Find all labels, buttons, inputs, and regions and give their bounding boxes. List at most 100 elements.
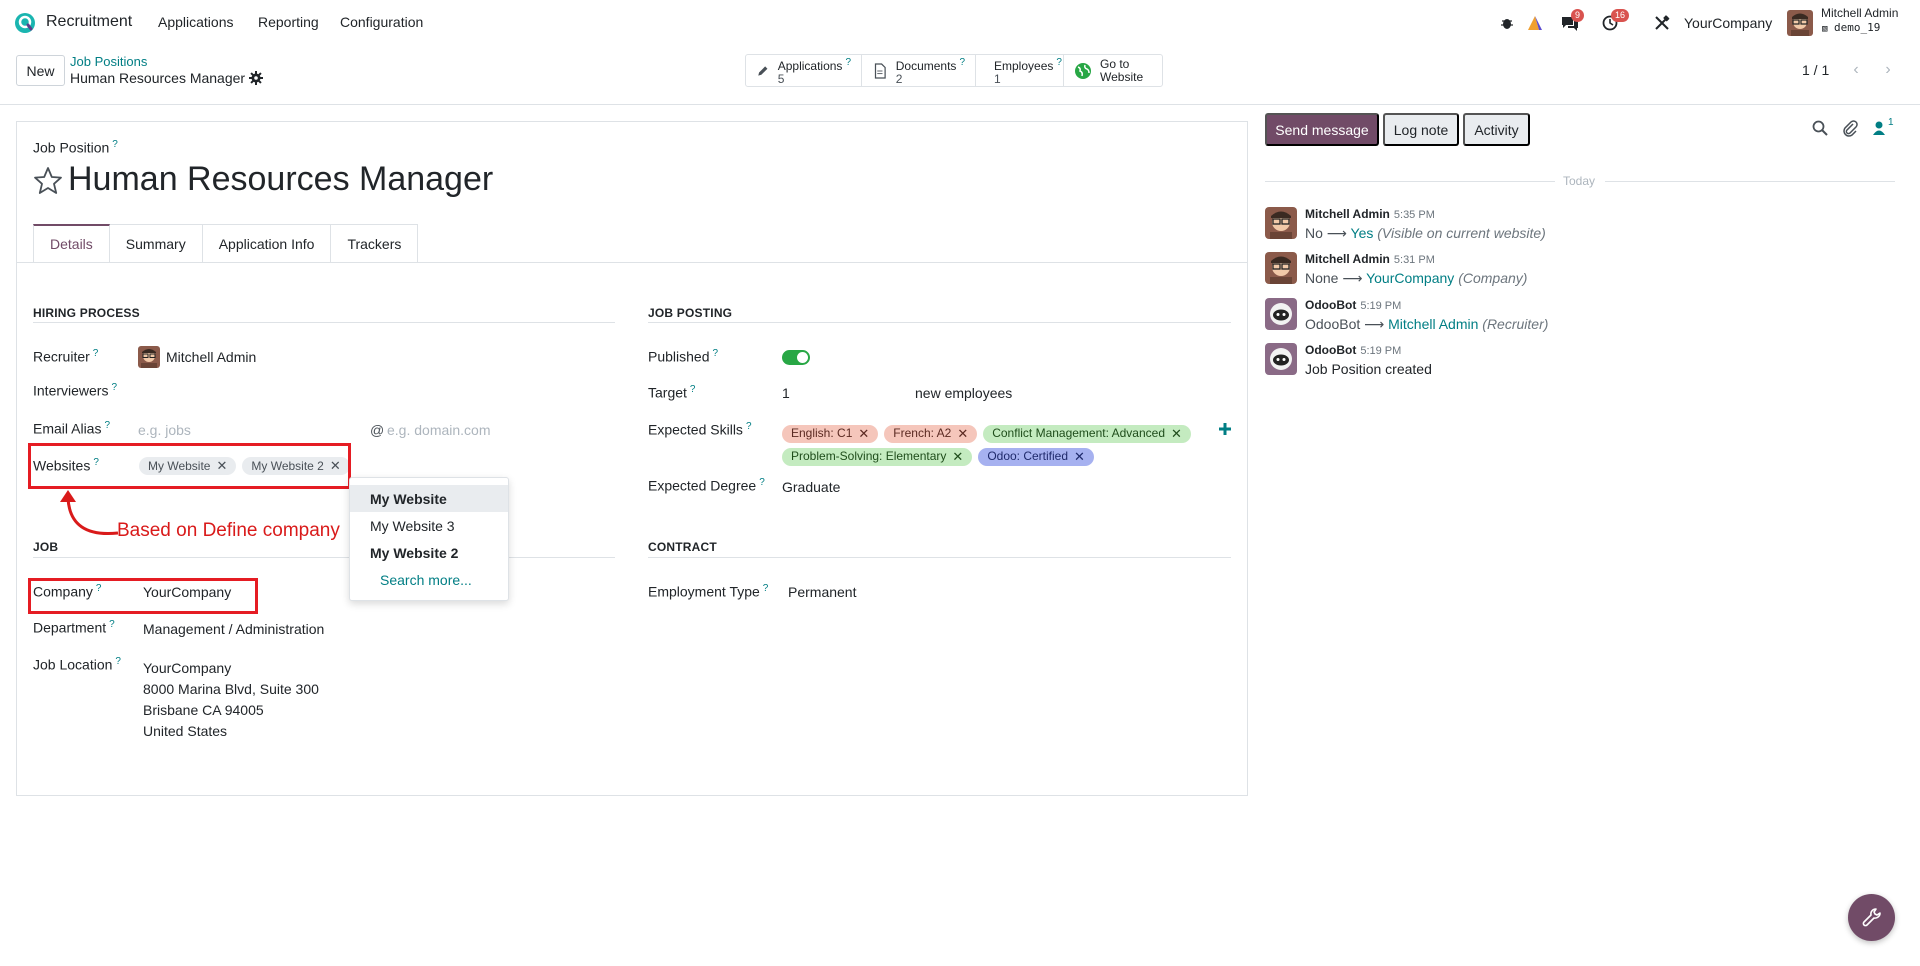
help-icon[interactable]: ? — [111, 382, 117, 393]
job-location-field[interactable]: YourCompany 8000 Marina Blvd, Suite 300 … — [143, 658, 319, 742]
websites-highlight-box — [28, 443, 351, 489]
tools-icon[interactable] — [1651, 12, 1673, 34]
pager-value[interactable]: 1 / 1 — [1802, 62, 1829, 78]
send-message-button[interactable]: Send message — [1265, 113, 1379, 146]
message-author-avatar[interactable] — [1265, 207, 1297, 239]
dropdown-option[interactable]: My Website 2 — [350, 539, 508, 566]
search-icon[interactable] — [1811, 119, 1829, 137]
applications-smart-button[interactable]: Applications? 5 — [746, 55, 862, 86]
remove-tag-icon[interactable]: ✕ — [1074, 445, 1085, 468]
followers-icon[interactable] — [1870, 119, 1888, 137]
help-icon[interactable]: ? — [746, 421, 752, 432]
company-switcher[interactable]: YourCompany — [1684, 15, 1772, 31]
message-author[interactable]: Mitchell Admin 5:35 PM — [1305, 207, 1435, 221]
skill-tag-label: French: A2 — [893, 426, 952, 440]
arrow-right-icon: ⟶ — [1326, 225, 1347, 241]
activity-clock-icon[interactable]: 16 — [1599, 9, 1630, 34]
help-icon[interactable]: ? — [845, 57, 851, 68]
remove-tag-icon[interactable]: ✕ — [858, 422, 869, 445]
help-icon[interactable]: ? — [93, 348, 99, 359]
dropdown-option[interactable]: My Website 3 — [350, 512, 508, 539]
department-field[interactable]: Management / Administration — [143, 621, 324, 637]
menu-reporting[interactable]: Reporting — [258, 14, 319, 30]
message-author[interactable]: OdooBot 5:19 PM — [1305, 298, 1401, 312]
arrow-right-icon: ⟶ — [1364, 316, 1385, 332]
dropdown-option[interactable]: My Website — [350, 485, 508, 512]
job-posting-divider — [648, 322, 1231, 323]
published-label-text: Published — [648, 348, 710, 365]
skill-tag: Odoo: Certified ✕ — [978, 445, 1094, 468]
message-author-avatar[interactable] — [1265, 298, 1297, 330]
message-time: 5:35 PM — [1393, 209, 1435, 221]
message-author-avatar[interactable] — [1265, 343, 1297, 375]
applications-count: 5 — [777, 71, 785, 86]
dropdown-search-more[interactable]: Search more... — [350, 566, 508, 593]
remove-tag-icon[interactable]: ✕ — [957, 422, 968, 445]
activity-button[interactable]: Activity — [1463, 113, 1530, 146]
expected-skills-field[interactable]: English: C1 ✕ French: A2 ✕ Conflict Manageme… — [782, 421, 1202, 467]
published-toggle[interactable] — [782, 350, 810, 365]
message-author-avatar[interactable] — [1265, 252, 1297, 284]
debug-tools-button[interactable] — [1848, 894, 1895, 941]
help-icon[interactable]: ? — [713, 348, 719, 359]
help-icon[interactable]: ? — [1056, 57, 1062, 68]
bug-icon[interactable] — [1496, 12, 1518, 34]
hiring-process-divider — [33, 322, 615, 323]
email-alias-input[interactable]: e.g. jobs — [138, 422, 191, 438]
employees-smart-button[interactable]: Employees? 1 — [976, 55, 1064, 86]
target-field[interactable]: 1 — [782, 385, 790, 401]
pager-previous-icon[interactable]: ‹ — [1845, 59, 1867, 81]
remove-tag-icon[interactable]: ✕ — [952, 445, 963, 468]
help-icon[interactable]: ? — [115, 656, 121, 667]
ai-assistant-icon[interactable] — [1524, 12, 1546, 34]
tab-details[interactable]: Details — [33, 224, 110, 263]
recruiter-field[interactable]: Mitchell Admin — [166, 349, 256, 365]
remove-tag-icon[interactable]: ✕ — [1171, 422, 1182, 445]
menu-applications[interactable]: Applications — [158, 14, 234, 30]
help-icon[interactable]: ? — [690, 384, 696, 395]
database-name: ▧ demo_19 — [1822, 21, 1880, 34]
message-author[interactable]: OdooBot 5:19 PM — [1305, 343, 1401, 357]
app-name[interactable]: Recruitment — [46, 13, 132, 31]
alias-domain-input[interactable]: e.g. domain.com — [387, 422, 491, 438]
documents-smart-button[interactable]: Documents? 2 — [862, 55, 976, 86]
help-icon[interactable]: ? — [959, 57, 965, 68]
pencil-icon — [758, 65, 768, 76]
messages-icon[interactable]: 9 — [1559, 9, 1585, 34]
new-button[interactable]: New — [16, 55, 65, 86]
recruiter-label: Recruiter? — [33, 348, 98, 365]
database-label: demo_19 — [1834, 21, 1881, 34]
employment-type-field[interactable]: Permanent — [788, 584, 856, 600]
paperclip-icon[interactable] — [1841, 119, 1859, 137]
tab-summary[interactable]: Summary — [109, 224, 203, 263]
job-section-title: JOB — [33, 540, 59, 554]
contract-section-title: CONTRACT — [648, 540, 717, 554]
user-name[interactable]: Mitchell Admin — [1821, 6, 1898, 20]
breadcrumb-job-positions[interactable]: Job Positions — [70, 54, 147, 69]
help-icon[interactable]: ? — [759, 477, 765, 488]
add-skill-icon[interactable] — [1218, 422, 1232, 436]
skill-tag-label: Odoo: Certified — [987, 449, 1069, 463]
expected-skills-label-text: Expected Skills — [648, 421, 743, 438]
recruitment-app-icon[interactable] — [14, 12, 36, 34]
go-to-website-button[interactable]: Go to Website — [1064, 55, 1162, 86]
tracking-field-name: (Recruiter) — [1482, 316, 1549, 332]
tab-trackers[interactable]: Trackers — [331, 224, 419, 263]
help-icon[interactable]: ? — [763, 583, 769, 594]
tab-application-info[interactable]: Application Info — [202, 224, 332, 263]
control-panel-divider — [0, 104, 1920, 105]
user-avatar[interactable] — [1787, 10, 1813, 36]
message-author[interactable]: Mitchell Admin 5:31 PM — [1305, 252, 1435, 266]
recruiter-label-text: Recruiter — [33, 348, 90, 365]
help-icon[interactable]: ? — [104, 420, 110, 431]
log-note-button[interactable]: Log note — [1383, 113, 1459, 146]
help-icon[interactable]: ? — [109, 619, 115, 630]
star-icon[interactable] — [33, 166, 63, 196]
gear-icon[interactable] — [249, 71, 263, 85]
help-icon[interactable]: ? — [112, 139, 118, 150]
job-title-field[interactable]: Human Resources Manager — [68, 160, 493, 199]
pager-next-icon[interactable]: › — [1877, 59, 1899, 81]
expected-degree-field[interactable]: Graduate — [782, 479, 840, 495]
contract-divider — [648, 557, 1231, 558]
menu-configuration[interactable]: Configuration — [340, 14, 423, 30]
